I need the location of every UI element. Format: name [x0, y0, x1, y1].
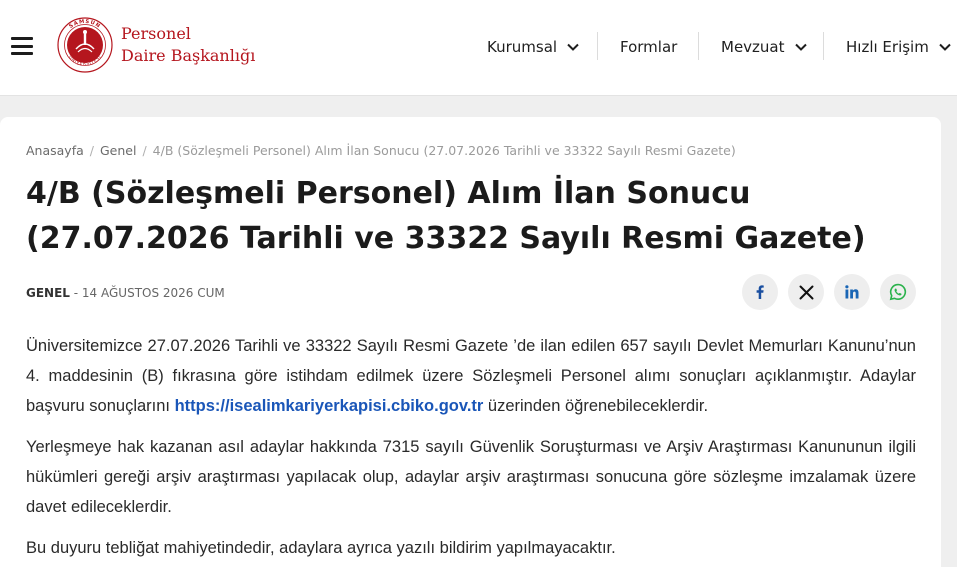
nav-divider — [823, 32, 824, 60]
breadcrumb-current: 4/B (Sözleşmeli Personel) Alım İlan Sonu… — [152, 143, 736, 158]
nav-formlar-label: Formlar — [620, 38, 678, 56]
article-paragraph: Yerleşmeye hak kazanan asıl adaylar hakk… — [26, 438, 916, 516]
article-date: - 14 AĞUSTOS 2026 CUM — [73, 286, 225, 300]
facebook-icon — [756, 285, 764, 299]
share-whatsapp-button[interactable] — [880, 274, 916, 310]
x-icon — [799, 285, 813, 299]
nav-hizli-erisim[interactable]: Hızlı Erişim — [846, 34, 951, 60]
share-linkedin-button[interactable] — [834, 274, 870, 310]
nav-kurumsal-label: Kurumsal — [487, 38, 558, 56]
whatsapp-icon — [889, 283, 907, 301]
article-category[interactable]: GENEL — [26, 286, 70, 300]
nav-mevzuat[interactable]: Mevzuat — [721, 34, 807, 60]
nav-formlar[interactable]: Formlar — [620, 34, 677, 60]
menu-icon[interactable] — [11, 37, 33, 55]
article-paragraph: Bu duyuru tebliğat mahiyetindedir, adayl… — [26, 539, 616, 557]
chevron-down-icon — [939, 43, 951, 51]
article-body: Üniversitemizce 27.07.2026 Tarihli ve 33… — [26, 331, 916, 567]
breadcrumb-separator: / — [142, 143, 147, 158]
nav-divider — [698, 32, 699, 60]
linkedin-icon — [845, 285, 859, 299]
nav-divider — [597, 32, 598, 60]
nav-hizli-erisim-label: Hızlı Erişim — [846, 38, 929, 56]
breadcrumb: Anasayfa / Genel / 4/B (Sözleşmeli Personel)… — [26, 143, 736, 158]
logo-line-1: Personel — [121, 24, 191, 43]
article-card: Anasayfa / Genel / 4/B (Sözleşmeli Personel)… — [0, 117, 941, 567]
logo-text[interactable]: Personel Daire Başkanlığı — [121, 23, 255, 67]
paragraph-text: üzerinden öğrenebileceklerdir. — [483, 397, 709, 415]
breadcrumb-category[interactable]: Genel — [100, 143, 136, 158]
article-paragraph: Üniversitemizce 27.07.2026 Tarihli ve 33… — [26, 331, 916, 421]
breadcrumb-home[interactable]: Anasayfa — [26, 143, 84, 158]
logo-line-2: Daire Başkanlığı — [121, 46, 256, 65]
share-facebook-button[interactable] — [742, 274, 778, 310]
page-title: 4/B (Sözleşmeli Personel) Alım İlan Sonu… — [26, 176, 866, 256]
chevron-down-icon — [567, 43, 579, 51]
kariyer-kapisi-link[interactable]: https://isealimkariyerkapisi.cbiko.gov.t… — [175, 397, 484, 415]
breadcrumb-separator: / — [89, 143, 94, 158]
chevron-down-icon — [794, 43, 807, 51]
share-x-button[interactable] — [788, 274, 824, 310]
nav-kurumsal[interactable]: Kurumsal — [487, 34, 579, 60]
nav-mevzuat-label: Mevzuat — [721, 38, 785, 56]
university-seal-logo[interactable]: SAMSUN ÜNİVERSİTESİ — [57, 17, 113, 73]
article-meta: GENEL - 14 AĞUSTOS 2026 CUM — [26, 286, 225, 300]
site-header: SAMSUN ÜNİVERSİTESİ Personel Daire Başka… — [0, 0, 957, 96]
